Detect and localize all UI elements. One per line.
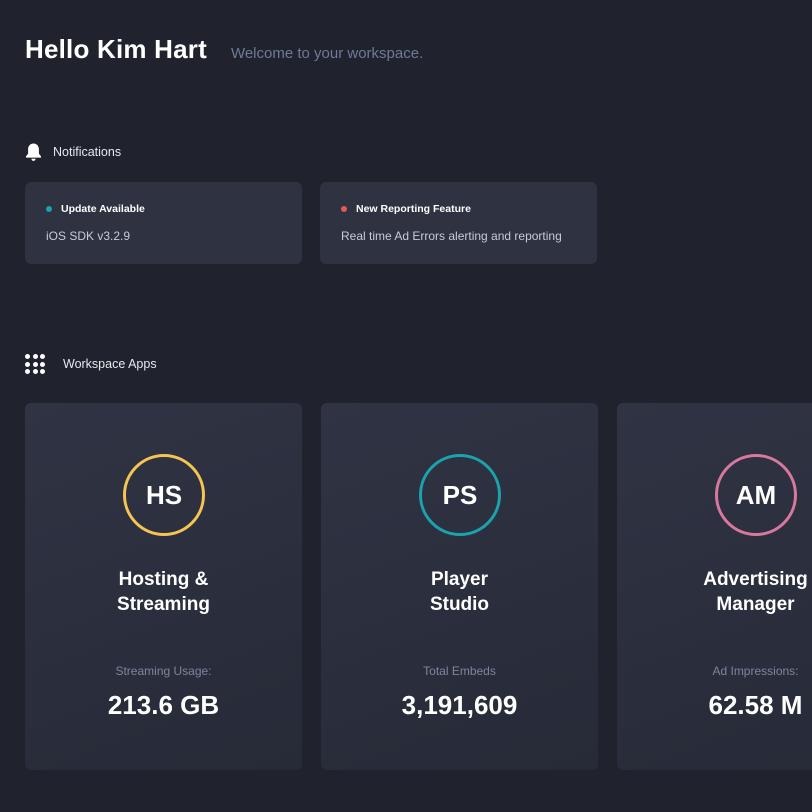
notifications-header: Notifications (25, 142, 121, 162)
app-name: Advertising Manager (703, 569, 808, 615)
workspace-page: Hello Kim Hart Welcome to your workspace… (0, 0, 812, 812)
greeting-title: Hello Kim Hart (25, 34, 207, 64)
notifications-title: Notifications (53, 145, 122, 159)
metric-label: Total Embeds (423, 664, 496, 678)
metric-value: 213.6 GB (107, 690, 220, 720)
status-dot (341, 206, 347, 212)
metric-value: 3,191,609 (401, 690, 518, 720)
workspace-apps-header: Workspace Apps (25, 354, 157, 374)
app-card-advertising-manager[interactable]: AM Advertising Manager Ad Impressions: 6… (617, 403, 812, 770)
app-card-hosting-streaming[interactable]: HS Hosting & Streaming Streaming Usage: … (25, 403, 302, 770)
status-dot (46, 206, 52, 212)
notification-title: Update Available (61, 203, 145, 215)
metric-value: 62.58 M (708, 690, 803, 720)
notification-body: Real time Ad Errors alerting and reporti… (341, 229, 562, 243)
notification-card[interactable]: New Reporting Feature Real time Ad Error… (320, 182, 597, 264)
app-initials: HS (145, 479, 183, 510)
app-initials-badge: PS (419, 454, 501, 536)
workspace-apps-title: Workspace Apps (63, 357, 157, 371)
app-initials: PS (442, 479, 478, 510)
notification-body: iOS SDK v3.2.9 (46, 229, 131, 243)
notification-title-row: New Reporting Feature (341, 203, 471, 215)
bell-icon (26, 143, 41, 161)
app-name: Player Studio (429, 569, 490, 615)
metric-label: Streaming Usage: (115, 664, 212, 678)
welcome-subtitle: Welcome to your workspace. (230, 45, 424, 62)
notification-title: New Reporting Feature (356, 203, 471, 215)
app-initials-badge: AM (715, 454, 797, 536)
app-name: Hosting & Streaming (117, 569, 210, 615)
metric-label: Ad Impressions: (712, 664, 799, 678)
app-card-player-studio[interactable]: PS Player Studio Total Embeds 3,191,609 (321, 403, 598, 770)
grid-icon (25, 354, 45, 374)
app-initials: AM (735, 479, 777, 510)
app-initials-badge: HS (123, 454, 205, 536)
page-header: Hello Kim Hart Welcome to your workspace… (25, 34, 423, 65)
notification-card[interactable]: Update Available iOS SDK v3.2.9 (25, 182, 302, 264)
notification-title-row: Update Available (46, 203, 145, 215)
